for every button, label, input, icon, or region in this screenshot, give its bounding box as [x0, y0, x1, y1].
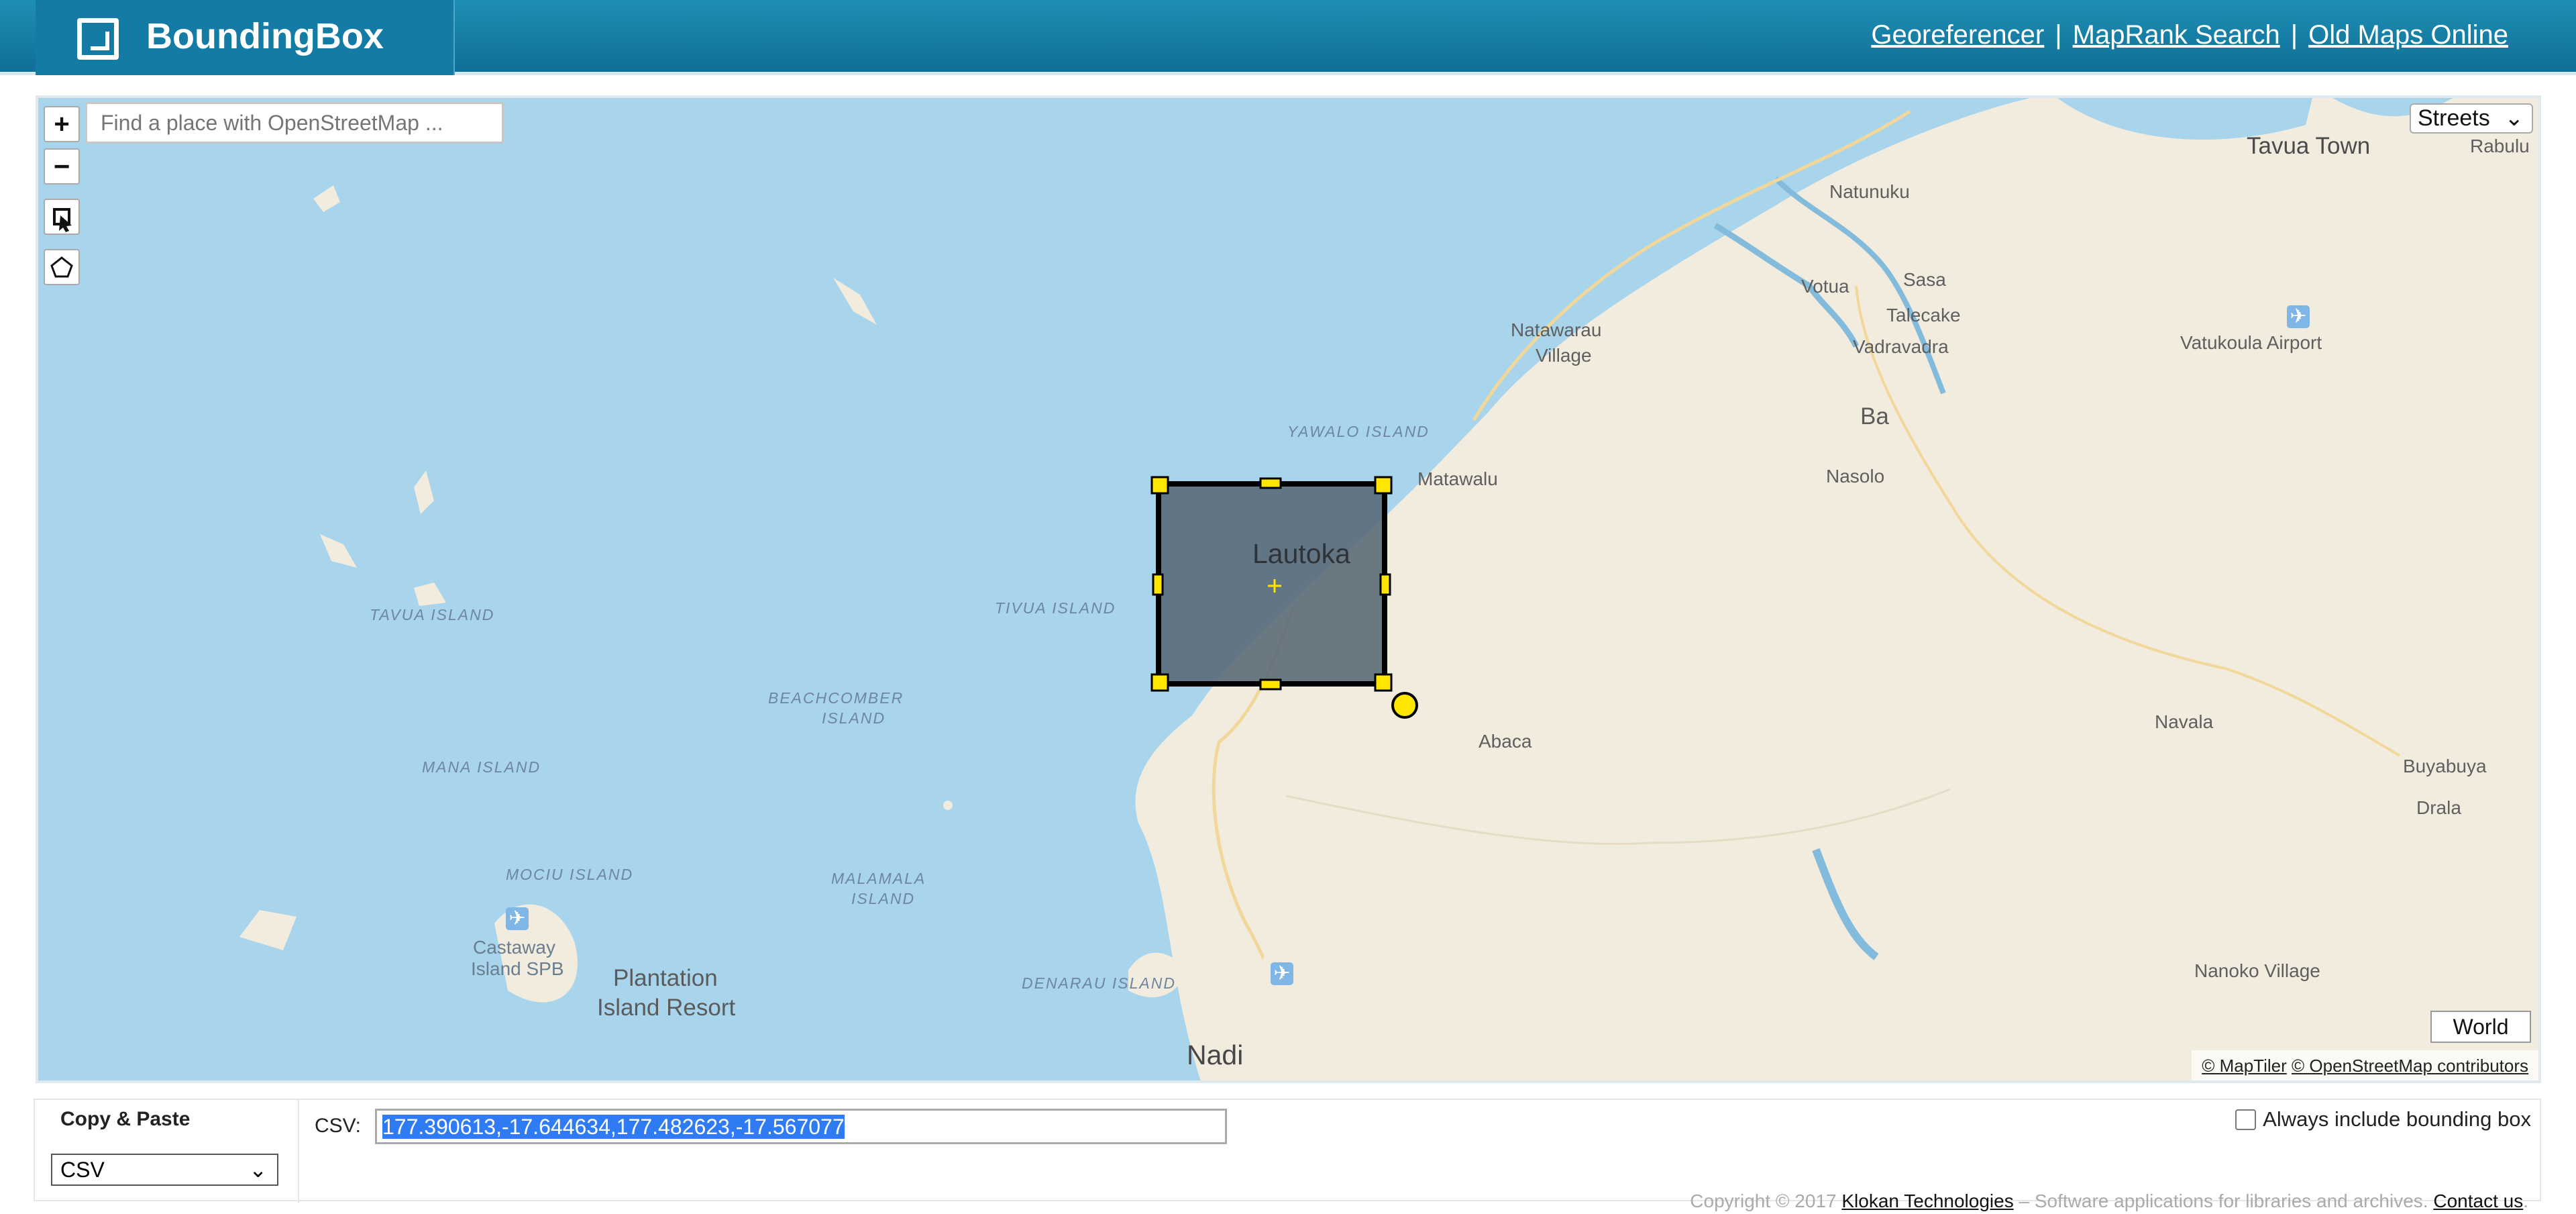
map-label-malamala-island: ISLAND — [851, 890, 916, 907]
map-label-tavua-island: TAVUA ISLAND — [370, 606, 495, 623]
vatukoula-airport-icon: ✈ — [2287, 305, 2310, 328]
map-layer-select[interactable]: Streets ⌄ — [2410, 103, 2533, 134]
map-label-natawarau: Natawarau — [1511, 319, 1602, 340]
always-include-option[interactable]: Always include bounding box — [2235, 1107, 2531, 1131]
map-label-lautoka: Lautoka — [1252, 538, 1350, 569]
draw-rectangle-button[interactable] — [44, 199, 80, 235]
format-selected-value: CSV — [60, 1158, 105, 1182]
map-label-mana-island: MANA ISLAND — [422, 758, 541, 776]
brand-name: BoundingBox — [146, 16, 384, 56]
map-label-rabulu: Rabulu — [2470, 136, 2530, 156]
copy-paste-title: Copy & Paste — [60, 1108, 191, 1130]
footer-description: – Software applications for libraries an… — [2013, 1191, 2434, 1211]
map-label-tavua-town: Tavua Town — [2247, 133, 2371, 159]
panel-divider — [298, 1100, 299, 1203]
layer-selected-value: Streets — [2418, 105, 2490, 131]
map-label-vadravadra: Vadravadra — [1853, 336, 1949, 357]
nav-separator: | — [2290, 20, 2298, 50]
map-label-denarau-island: DENARAU ISLAND — [1022, 974, 1176, 992]
zoom-in-button[interactable]: + — [44, 106, 80, 142]
map-label-island-spb: Island SPB — [471, 958, 564, 979]
chevron-down-icon: ⌄ — [249, 1158, 267, 1182]
brand-link[interactable]: BoundingBox — [36, 0, 455, 75]
top-navigation: Georeferencer | MapRank Search | Old Maps On… — [1871, 20, 2508, 50]
map-label-yawalo-island: YAWALO ISLAND — [1287, 423, 1430, 440]
old-maps-online-link[interactable]: Old Maps Online — [2308, 20, 2508, 50]
klokan-technologies-link[interactable]: Klokan Technologies — [1841, 1191, 2013, 1211]
place-search-input[interactable] — [85, 102, 504, 144]
chevron-down-icon: ⌄ — [2504, 105, 2524, 131]
map-canvas[interactable]: Tavua Town Rabulu Natunuku Votua Sasa Ta… — [36, 95, 2541, 1083]
map-label-drala: Drala — [2416, 797, 2461, 818]
castaway-airport-icon: ✈ — [506, 907, 529, 930]
map-label-natunuku: Natunuku — [1829, 181, 1910, 202]
draw-polygon-button[interactable] — [44, 249, 80, 285]
nadi-airport-icon: ✈ — [1271, 962, 1293, 985]
map-label-nanoko-village: Nanoko Village — [2194, 960, 2320, 981]
map-label-beachcomber: BEACHCOMBER — [768, 689, 904, 707]
maprank-search-link[interactable]: MapRank Search — [2073, 20, 2280, 50]
copyright-text: Copyright © 2017 — [1690, 1191, 1842, 1211]
map-label-malamala: MALAMALA — [831, 870, 926, 887]
map-label-castaway: Castaway — [473, 937, 555, 958]
nav-separator: | — [2055, 20, 2062, 50]
map-label-nasolo: Nasolo — [1826, 466, 1885, 487]
selected-csv-value[interactable]: 177.390613,-17.644634,177.482623,-17.567… — [382, 1115, 845, 1139]
polygon-tool-icon — [50, 256, 73, 278]
map-label-village: Village — [1536, 345, 1592, 366]
page-footer: Copyright © 2017 Klokan Technologies – S… — [1690, 1191, 2528, 1212]
contact-us-link[interactable]: Contact us — [2433, 1191, 2523, 1211]
map-label-votua: Votua — [1801, 276, 1849, 297]
map-label-abaca: Abaca — [1479, 731, 1532, 752]
map-label-navala: Navala — [2155, 711, 2214, 732]
always-include-label: Always include bounding box — [2263, 1107, 2531, 1131]
bounding-box-logo-icon — [77, 18, 119, 60]
map-label-plantation: Plantation — [613, 965, 718, 991]
map-label-ba: Ba — [1860, 403, 1889, 429]
world-button[interactable]: World — [2430, 1011, 2531, 1043]
openstreetmap-attribution-link[interactable]: © OpenStreetMap contributors — [2292, 1056, 2528, 1076]
map-label-island-resort: Island Resort — [597, 995, 736, 1021]
map-label-beachcomber-island: ISLAND — [822, 709, 886, 727]
top-header: BoundingBox Georeferencer | MapRank Search… — [0, 0, 2576, 75]
csv-coordinates-input[interactable]: 177.390613,-17.644634,177.482623,-17.567… — [375, 1109, 1227, 1144]
bounding-box-selection[interactable] — [1150, 476, 1418, 719]
maptiler-attribution-link[interactable]: © MapTiler — [2202, 1056, 2287, 1076]
copy-paste-panel: Copy & Paste CSV ⌄ CSV: 177.390613,-17.64… — [34, 1099, 2541, 1203]
map-label-talecake: Talecake — [1886, 305, 1961, 325]
map-label-vatukoula-airport: Vatukoula Airport — [2180, 332, 2322, 353]
zoom-out-button[interactable]: − — [44, 148, 80, 185]
footer-period: . — [2523, 1191, 2528, 1211]
map-label-buyabuya: Buyabuya — [2403, 756, 2487, 776]
map-label-sasa: Sasa — [1903, 269, 1946, 290]
csv-label: CSV: — [315, 1115, 361, 1137]
always-include-checkbox[interactable] — [2235, 1109, 2257, 1130]
georeferencer-link[interactable]: Georeferencer — [1871, 20, 2044, 50]
map-label-mociu-island: MOCIU ISLAND — [506, 866, 634, 883]
map-label-tivua-island: TIVUA ISLAND — [995, 599, 1116, 617]
map-label-nadi: Nadi — [1187, 1040, 1244, 1070]
map-attribution: © MapTiler © OpenStreetMap contributors — [2192, 1050, 2538, 1080]
select-tool-icon — [53, 208, 72, 232]
map-label-matawalu: Matawalu — [1417, 468, 1498, 489]
output-format-select[interactable]: CSV ⌄ — [51, 1154, 278, 1186]
